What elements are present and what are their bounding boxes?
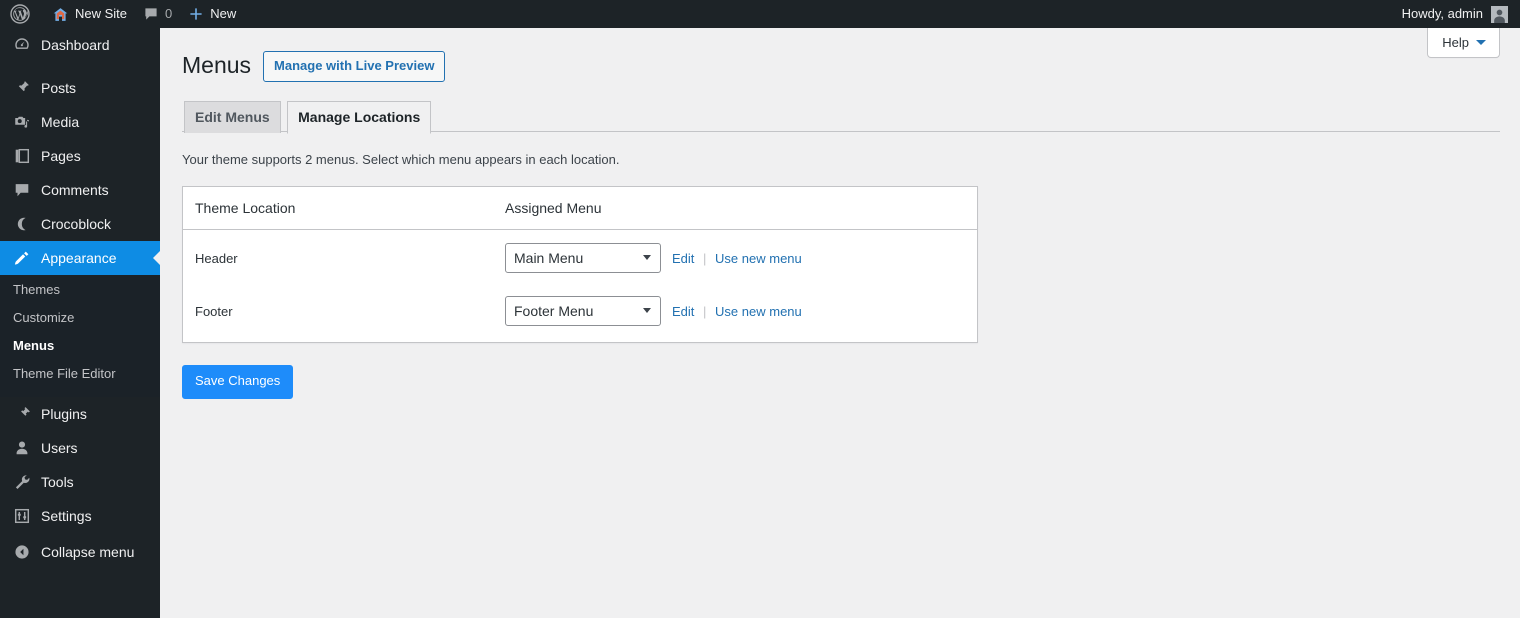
pin-icon [12, 78, 32, 98]
column-header-theme-location: Theme Location [183, 187, 493, 231]
table-head: Theme Location Assigned Menu [183, 187, 977, 231]
locations-description: Your theme supports 2 menus. Select whic… [182, 151, 620, 167]
collapse-menu-button[interactable]: Collapse menu [0, 535, 160, 569]
cell-location-footer: Footer [195, 303, 233, 319]
table-header-row: Theme Location Assigned Menu [183, 187, 977, 231]
select-wrapper-footer: Footer Menu [505, 296, 661, 327]
page-title: Menus [182, 52, 252, 79]
sidebar-item-crocoblock[interactable]: Crocoblock [0, 207, 160, 241]
wp-logo-menu-item[interactable] [2, 0, 44, 28]
content-area: Help Menus Manage with Live Preview Edit… [160, 28, 1520, 618]
table-row: Footer Footer Menu Edit | Use new menu [183, 286, 977, 342]
tab-manage-locations[interactable]: Manage Locations [287, 100, 432, 135]
assigned-menu-select-footer[interactable]: Footer Menu [505, 296, 661, 327]
use-new-menu-link-header[interactable]: Use new menu [715, 251, 802, 266]
sidebar-item-label: Dashboard [41, 37, 110, 53]
comment-icon [12, 180, 32, 200]
sidebar-item-users[interactable]: Users [0, 431, 160, 465]
camera-icon [12, 112, 32, 132]
cell-assigned-menu-footer: Footer Menu Edit | Use new menu [493, 286, 977, 342]
submenu-item-menus[interactable]: Menus [0, 332, 160, 360]
edit-link-header[interactable]: Edit [672, 251, 694, 266]
nav-tabs: Edit Menus Manage Locations [182, 100, 1500, 135]
page-icon [12, 146, 32, 166]
row-actions-footer: Edit | Use new menu [672, 304, 802, 319]
plus-icon [188, 6, 204, 22]
dashboard-icon [12, 35, 32, 55]
wrench-icon [12, 472, 32, 492]
menu-locations-table: Theme Location Assigned Menu Header Main… [182, 186, 978, 344]
crocoblock-icon [12, 214, 32, 234]
brush-icon [12, 248, 32, 268]
comments-menu-item[interactable]: 0 [135, 0, 180, 28]
page-wrap: Menus Manage with Live Preview Edit Menu… [160, 28, 1520, 399]
sidebar-item-label: Pages [41, 148, 81, 164]
tab-edit-menus[interactable]: Edit Menus [184, 100, 281, 134]
sidebar-item-label: Appearance [41, 250, 117, 266]
edit-link-footer[interactable]: Edit [672, 304, 694, 319]
plug-icon [12, 404, 32, 424]
save-changes-button[interactable]: Save Changes [182, 365, 294, 399]
row-actions-header: Edit | Use new menu [672, 251, 802, 266]
sidebar-separator [0, 62, 160, 71]
user-icon [12, 438, 32, 458]
sidebar-item-appearance[interactable]: Appearance [0, 241, 161, 275]
site-name-label: New Site [75, 6, 128, 21]
column-header-assigned-menu: Assigned Menu [493, 187, 977, 231]
table-row: Header Main Menu Edit | Use new menu [183, 230, 977, 286]
select-wrapper-header: Main Menu [505, 243, 661, 274]
home-icon [52, 6, 69, 23]
screen-meta-links: Help [1427, 28, 1500, 58]
sidebar-item-dashboard[interactable]: Dashboard [0, 28, 160, 62]
site-name-menu-item[interactable]: New Site [44, 0, 135, 28]
manage-with-live-preview-button[interactable]: Manage with Live Preview [263, 51, 446, 82]
sidebar-item-label: Posts [41, 80, 77, 96]
sidebar-item-posts[interactable]: Posts [0, 71, 160, 105]
sidebar-item-label: Tools [41, 474, 74, 490]
admin-bar: New Site 0 New Howdy, admin [0, 0, 1520, 28]
cell-assigned-menu-header: Main Menu Edit | Use new menu [493, 230, 977, 286]
use-new-menu-link-footer[interactable]: Use new menu [715, 304, 802, 319]
avatar [1491, 5, 1508, 23]
sidebar-item-label: Media [41, 114, 80, 130]
page-title-row: Menus Manage with Live Preview [182, 51, 1500, 82]
sidebar-item-label: Users [41, 440, 78, 456]
chevron-down-icon [1476, 40, 1486, 45]
new-label: New [210, 6, 237, 21]
collapse-arrow-icon [12, 542, 32, 562]
cell-location-header: Header [195, 250, 238, 266]
sidebar-item-tools[interactable]: Tools [0, 465, 160, 499]
collapse-menu-label: Collapse menu [41, 544, 135, 560]
sidebar-item-plugins[interactable]: Plugins [0, 397, 160, 431]
wordpress-logo-icon [10, 4, 30, 24]
comments-count-badge: 0 [165, 6, 173, 21]
sidebar-item-settings[interactable]: Settings [0, 499, 160, 533]
howdy-label: Howdy, admin [1401, 6, 1483, 21]
sidebar-item-media[interactable]: Media [0, 105, 160, 139]
assigned-menu-select-header[interactable]: Main Menu [505, 243, 661, 274]
action-separator: | [703, 303, 707, 319]
my-account-menu-item[interactable]: Howdy, admin [1394, 0, 1516, 28]
sidebar-item-label: Crocoblock [41, 216, 112, 232]
sidebar-item-label: Comments [41, 182, 109, 198]
sliders-icon [12, 506, 32, 526]
admin-sidebar: Dashboard Posts Media Pages Comments Cro… [0, 28, 161, 618]
new-content-menu-item[interactable]: New [180, 0, 244, 28]
sidebar-item-pages[interactable]: Pages [0, 139, 160, 173]
submenu-item-themes[interactable]: Themes [0, 276, 160, 304]
comment-bubble-icon [143, 6, 159, 22]
table-body: Header Main Menu Edit | Use new menu Foo… [183, 230, 977, 342]
sidebar-item-label: Settings [41, 508, 92, 524]
help-tab-button[interactable]: Help [1427, 28, 1500, 58]
submenu-item-customize[interactable]: Customize [0, 304, 160, 332]
help-tab-label: Help [1442, 35, 1469, 50]
submenu-item-theme-file-editor[interactable]: Theme File Editor [0, 360, 160, 388]
appearance-submenu: Themes Customize Menus Theme File Editor [0, 275, 160, 397]
sidebar-item-comments[interactable]: Comments [0, 173, 160, 207]
sidebar-item-label: Plugins [41, 406, 87, 422]
action-separator: | [703, 250, 707, 266]
